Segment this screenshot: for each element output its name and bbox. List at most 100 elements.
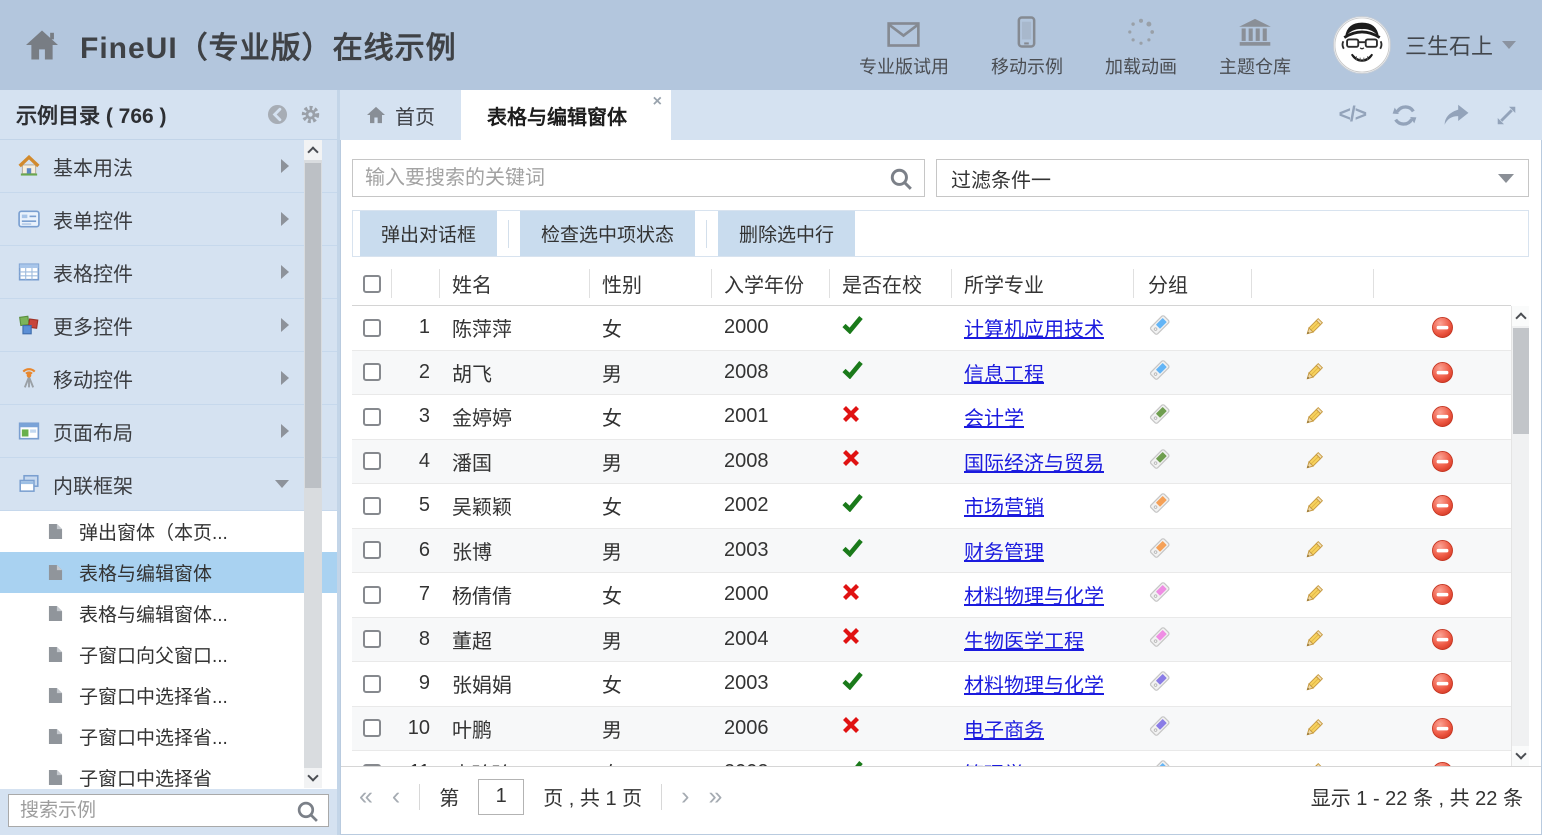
scroll-thumb[interactable] [1513,328,1529,434]
sidebar-subitem[interactable]: 表格与编辑窗体... [0,593,337,634]
delete-icon[interactable] [1431,761,1454,766]
edit-icon[interactable] [1302,583,1325,606]
user-menu[interactable]: 三生石上 [1405,29,1516,61]
column-header[interactable]: 入学年份 [712,262,830,305]
row-checkbox[interactable] [363,363,381,381]
column-header[interactable] [392,262,440,305]
edit-icon[interactable] [1302,450,1325,473]
collapse-icon[interactable] [267,104,288,125]
sidebar-search-input[interactable] [8,794,329,827]
header-action-theme[interactable]: 主题仓库 [1219,12,1291,79]
delete-icon[interactable] [1431,672,1454,695]
row-checkbox[interactable] [363,764,381,766]
delete-icon[interactable] [1431,450,1454,473]
column-header[interactable] [1252,262,1374,305]
toolbar-button[interactable]: 弹出对话框 [360,211,497,256]
row-checkbox[interactable] [363,630,381,648]
sidebar-item-layout[interactable]: 页面布局 [0,405,337,458]
edit-icon[interactable] [1302,761,1325,766]
select-all-checkbox[interactable] [363,275,381,293]
avatar[interactable] [1333,16,1391,74]
scroll-down-icon[interactable] [1512,746,1529,766]
major-link[interactable]: 材料物理与化学 [964,580,1104,609]
close-icon[interactable]: × [653,94,662,110]
sidebar-subitem[interactable]: 表格与编辑窗体 [0,552,337,593]
column-header[interactable] [352,262,392,305]
sidebar-item-more[interactable]: 更多控件 [0,299,337,352]
major-link[interactable]: 材料物理与化学 [964,669,1104,698]
delete-icon[interactable] [1431,405,1454,428]
delete-icon[interactable] [1431,316,1454,339]
toolbar-button[interactable]: 删除选中行 [718,211,855,256]
filter-dropdown[interactable]: 过滤条件一 [936,159,1529,197]
sidebar-item-mobile[interactable]: 移动控件 [0,352,337,405]
edit-icon[interactable] [1302,717,1325,740]
major-link[interactable]: 国际经济与贸易 [964,447,1104,476]
tab-grid-edit-window[interactable]: 表格与编辑窗体 × [461,90,671,140]
row-checkbox[interactable] [363,675,381,693]
sidebar-item-basic[interactable]: 基本用法 [0,140,337,193]
major-link[interactable]: 会计学 [964,402,1024,431]
code-icon[interactable]: </> [1339,103,1366,127]
scroll-up-icon[interactable] [1512,306,1529,326]
row-checkbox[interactable] [363,408,381,426]
edit-icon[interactable] [1302,539,1325,562]
row-checkbox[interactable] [363,719,381,737]
major-link[interactable]: 生物医学工程 [964,625,1084,654]
keyword-search-input[interactable] [353,160,924,196]
toolbar-button[interactable]: 检查选中项状态 [520,211,695,256]
share-icon[interactable] [1443,104,1469,126]
edit-icon[interactable] [1302,361,1325,384]
scroll-track[interactable] [304,160,322,768]
row-checkbox[interactable] [363,586,381,604]
major-link[interactable]: 财务管理 [964,536,1044,565]
scroll-thumb[interactable] [305,163,321,488]
next-page-icon[interactable]: › [681,784,689,809]
column-header[interactable]: 性别 [590,262,712,305]
home-icon[interactable] [24,29,60,61]
edit-icon[interactable] [1302,405,1325,428]
table-scrollbar[interactable] [1511,306,1529,766]
delete-icon[interactable] [1431,583,1454,606]
delete-icon[interactable] [1431,628,1454,651]
column-header[interactable]: 分组 [1134,262,1252,305]
major-link[interactable]: 信息工程 [964,358,1044,387]
first-page-icon[interactable]: « [359,784,373,809]
sidebar-subitem[interactable]: 子窗口中选择省... [0,675,337,716]
gear-icon[interactable] [300,104,321,125]
column-header[interactable]: 姓名 [440,262,590,305]
scroll-up-icon[interactable] [304,140,322,160]
sidebar-subitem[interactable]: 子窗口中选择省 [0,757,337,789]
sidebar-item-iframe[interactable]: 内联框架 [0,458,337,511]
search-icon[interactable] [296,800,319,828]
major-link[interactable]: 市场营销 [964,491,1044,520]
sidebar-item-form[interactable]: 表单控件 [0,193,337,246]
last-page-icon[interactable]: » [708,784,722,809]
scroll-track[interactable] [1512,326,1529,746]
header-action-trial[interactable]: 专业版试用 [859,12,949,79]
edit-icon[interactable] [1302,494,1325,517]
expand-icon[interactable] [1495,104,1518,127]
edit-icon[interactable] [1302,672,1325,695]
sidebar-subitem[interactable]: 弹出窗体（本页... [0,511,337,552]
header-action-loading[interactable]: 加载动画 [1105,12,1177,79]
row-checkbox[interactable] [363,452,381,470]
major-link[interactable]: 管理学 [964,758,1024,766]
delete-icon[interactable] [1431,361,1454,384]
search-icon[interactable] [889,167,913,196]
column-header[interactable]: 所学专业 [952,262,1134,305]
row-checkbox[interactable] [363,319,381,337]
scroll-down-icon[interactable] [304,768,322,788]
sidebar-subitem[interactable]: 子窗口向父窗口... [0,634,337,675]
delete-icon[interactable] [1431,539,1454,562]
header-action-mobile[interactable]: 移动示例 [991,12,1063,79]
refresh-icon[interactable] [1392,103,1417,128]
edit-icon[interactable] [1302,316,1325,339]
sidebar-item-grid[interactable]: 表格控件 [0,246,337,299]
major-link[interactable]: 计算机应用技术 [964,313,1104,342]
delete-icon[interactable] [1431,717,1454,740]
column-header[interactable] [1374,262,1511,305]
sidebar-subitem[interactable]: 子窗口中选择省... [0,716,337,757]
edit-icon[interactable] [1302,628,1325,651]
sidebar-scrollbar[interactable] [304,140,322,788]
